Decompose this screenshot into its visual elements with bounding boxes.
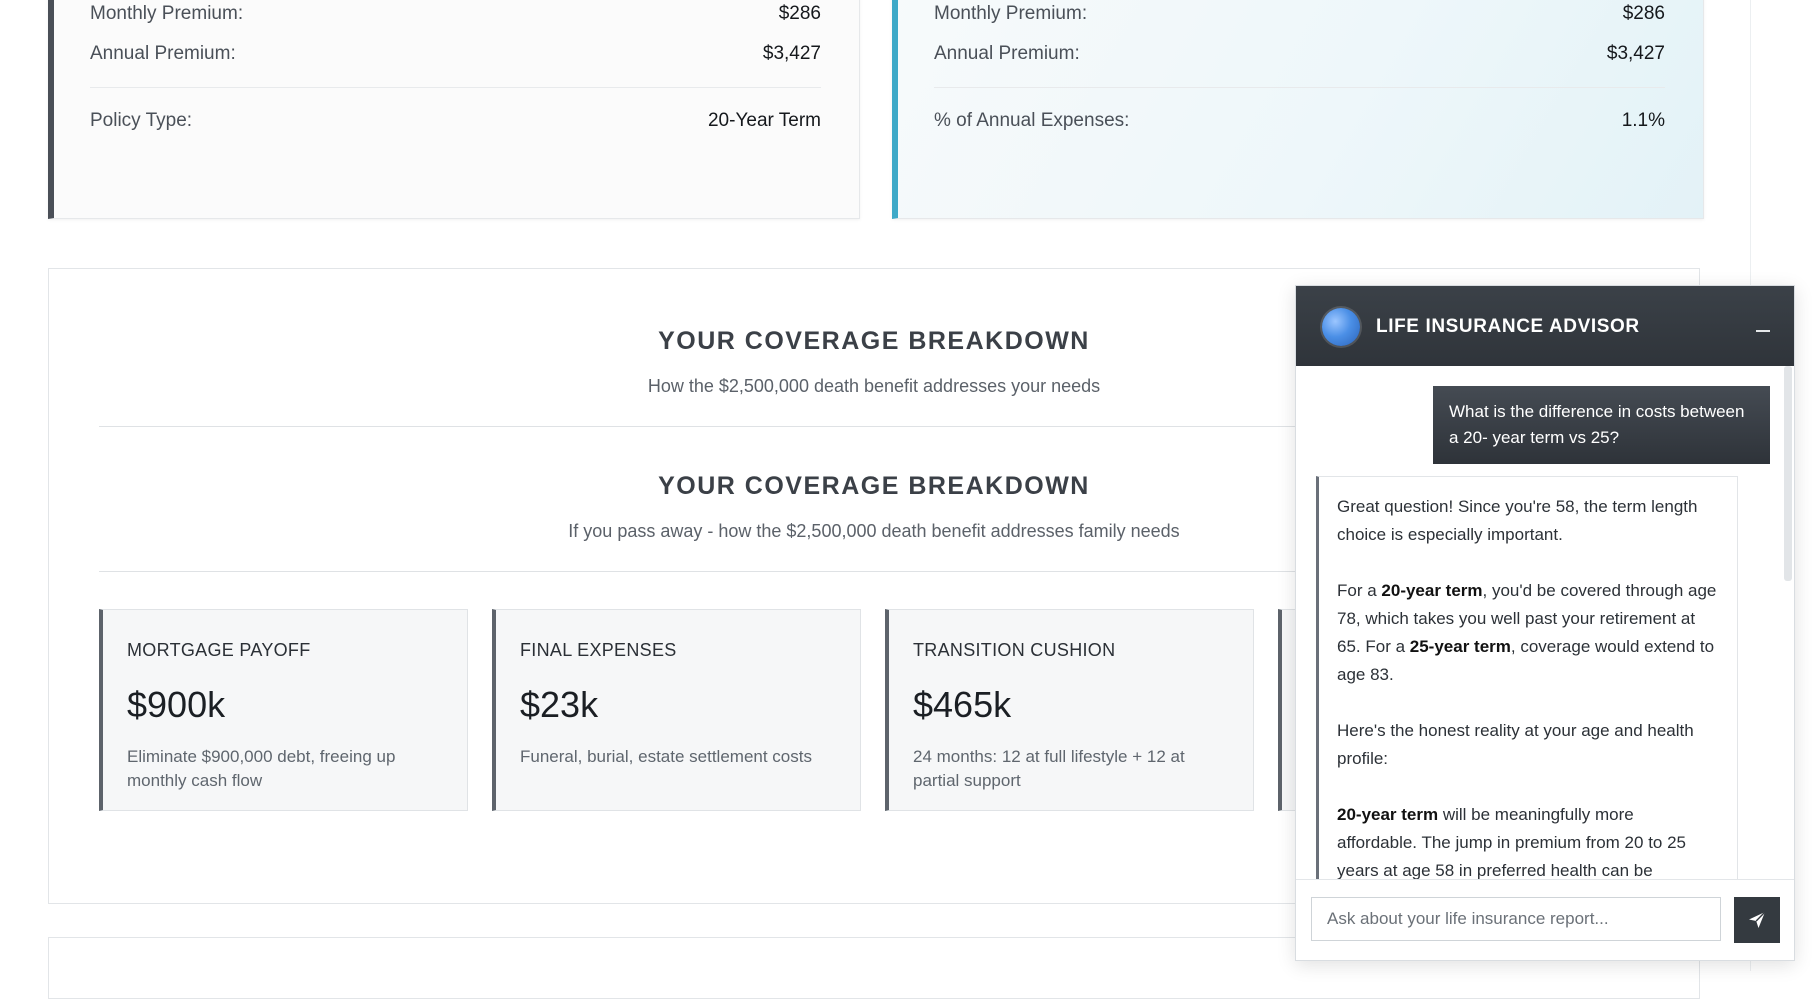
send-button[interactable] [1734, 897, 1780, 943]
summary-value: 20-Year Term [707, 110, 821, 131]
summary-row-annual: Annual Premium: $3,427 [90, 21, 821, 88]
send-icon [1749, 911, 1766, 928]
tile-name: TRANSITION CUSHION [913, 640, 1116, 660]
summary-value: $3,427 [762, 43, 821, 64]
expense-value: 1.1% [1621, 110, 1665, 131]
tile-name: FINAL EXPENSES [520, 640, 677, 660]
expense-label: % of Annual Expenses: [934, 110, 1130, 131]
bold-term: 20-year term [1337, 805, 1439, 824]
premium-summary-card: Monthly Premium: $286 Annual Premium: $3… [48, 0, 860, 219]
chat-messages[interactable]: What is the difference in costs between … [1296, 366, 1794, 880]
advisor-message: Great question! Since you're 58, the ter… [1316, 476, 1738, 880]
bold-term: 20-year term [1381, 581, 1483, 600]
advisor-avatar [1322, 308, 1360, 346]
tile-description: 24 months: 12 at full lifestyle + 12 at … [913, 747, 1185, 790]
tile-description: Eliminate $900,000 debt, freeing up mont… [127, 747, 396, 790]
minimize-icon[interactable] [1756, 330, 1770, 332]
tile-value: $900k [127, 684, 226, 725]
chat-title: LIFE INSURANCE ADVISOR [1376, 316, 1640, 337]
advisor-chat-widget: LIFE INSURANCE ADVISOR What is the diffe… [1295, 285, 1795, 961]
tile-value: $465k [913, 684, 1012, 725]
expense-label: Annual Premium: [934, 43, 1080, 64]
chat-input[interactable] [1311, 897, 1721, 941]
summary-label: Policy Type: [90, 110, 193, 131]
advisor-paragraph: For a 20-year term, you'd be covered thr… [1337, 577, 1717, 689]
expense-value: $3,427 [1606, 43, 1665, 64]
expense-row-annual: Annual Premium: $3,427 [934, 21, 1665, 88]
tile-description: Funeral, burial, estate settlement costs [520, 747, 812, 766]
bold-term: 25-year term [1409, 637, 1511, 656]
user-message: What is the difference in costs between … [1433, 386, 1770, 464]
advisor-paragraph: Great question! Since you're 58, the ter… [1337, 497, 1698, 544]
advisor-paragraph: 20-year term will be meaningfully more a… [1337, 801, 1717, 880]
summary-row-policy-type: Policy Type: 20-Year Term [90, 88, 821, 154]
coverage-tile-final-expenses: FINAL EXPENSES $23k Funeral, burial, est… [492, 609, 861, 811]
expense-row-percent: % of Annual Expenses: 1.1% [934, 88, 1665, 154]
coverage-tile-transition: TRANSITION CUSHION $465k 24 months: 12 a… [885, 609, 1254, 811]
chat-header: LIFE INSURANCE ADVISOR [1296, 286, 1794, 366]
text-run: For a [1337, 581, 1382, 600]
tile-name: MORTGAGE PAYOFF [127, 640, 311, 660]
chat-scrollbar[interactable] [1784, 366, 1792, 581]
tile-value: $23k [520, 684, 599, 725]
summary-label: Annual Premium: [90, 43, 236, 64]
advisor-paragraph: Here's the honest reality at your age an… [1337, 721, 1694, 768]
expense-impact-card: Monthly Premium: $286 Annual Premium: $3… [892, 0, 1704, 219]
coverage-tile-mortgage: MORTGAGE PAYOFF $900k Eliminate $900,000… [99, 609, 468, 811]
chat-input-bar [1296, 879, 1794, 960]
